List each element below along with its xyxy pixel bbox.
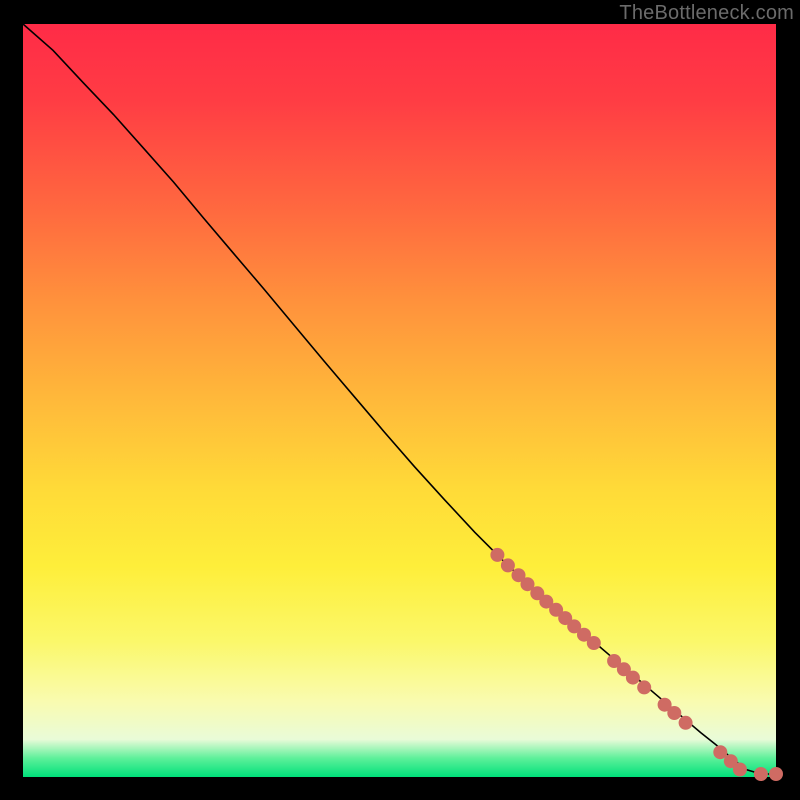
data-point <box>733 763 747 777</box>
data-point <box>769 767 783 781</box>
curve-path <box>23 24 776 774</box>
data-point <box>754 767 768 781</box>
data-point <box>679 716 693 730</box>
data-point <box>501 558 515 572</box>
data-point <box>637 680 651 694</box>
watermark-text: TheBottleneck.com <box>619 2 794 25</box>
data-points-group <box>490 548 783 781</box>
chart-svg <box>23 24 776 777</box>
data-point <box>587 636 601 650</box>
data-point <box>626 671 640 685</box>
data-point <box>490 548 504 562</box>
data-point <box>667 706 681 720</box>
chart-plot-area <box>23 24 776 777</box>
